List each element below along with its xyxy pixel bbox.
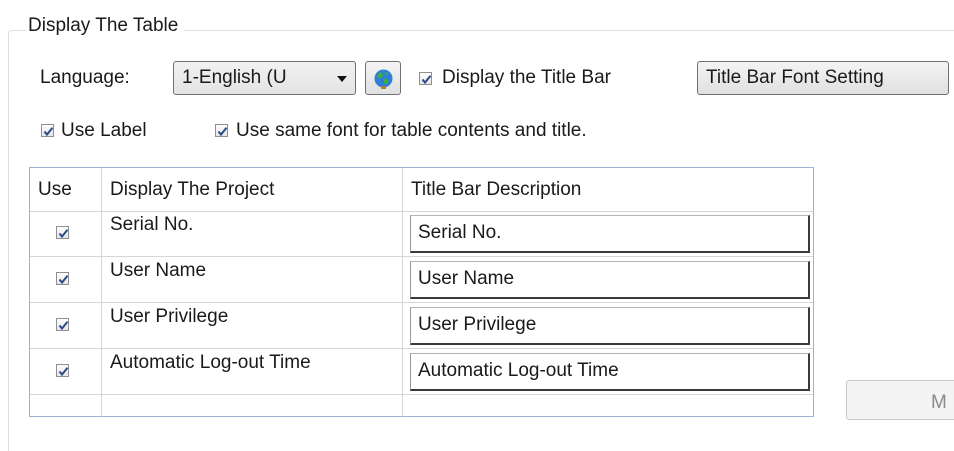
row-project-name: Serial No. xyxy=(110,214,194,235)
display-title-bar-label: Display the Title Bar xyxy=(442,67,611,88)
partially-visible-button-label: M xyxy=(931,392,947,413)
table-row[interactable]: User Privilege User Privilege xyxy=(30,303,813,349)
table-header: Use Display The Project Title Bar Descri… xyxy=(30,168,813,212)
display-items-table: Use Display The Project Title Bar Descri… xyxy=(29,167,814,418)
row-project-name: Automatic Log-out Time xyxy=(110,352,311,373)
row-description-input[interactable]: Automatic Log-out Time xyxy=(410,353,810,391)
use-label-label: Use Label xyxy=(61,120,147,141)
title-bar-font-setting-button[interactable]: Title Bar Font Setting xyxy=(697,61,949,95)
row-use-checkbox[interactable] xyxy=(56,318,69,331)
language-select[interactable]: 1-English (U xyxy=(173,61,356,95)
header-use: Use xyxy=(38,179,72,200)
display-title-bar-checkbox[interactable] xyxy=(419,72,432,85)
checkmark-icon xyxy=(58,275,69,285)
globe-icon xyxy=(374,69,393,89)
checkmark-icon xyxy=(43,127,54,137)
title-bar-font-setting-label: Title Bar Font Setting xyxy=(706,67,884,88)
same-font-checkbox[interactable] xyxy=(215,124,228,137)
row-project-name: User Name xyxy=(110,260,207,281)
language-globe-button[interactable] xyxy=(365,61,401,95)
row-use-checkbox[interactable] xyxy=(56,226,69,239)
groupbox-title: Display The Table xyxy=(26,14,185,38)
header-display-project: Display The Project xyxy=(110,179,275,200)
row-use-checkbox[interactable] xyxy=(56,364,69,377)
partially-visible-button[interactable]: M xyxy=(846,380,954,420)
same-font-label: Use same font for table contents and tit… xyxy=(236,120,587,141)
checkmark-icon xyxy=(421,75,432,85)
row-description-input[interactable]: User Name xyxy=(410,261,810,299)
row-project-name: User Privilege xyxy=(110,306,229,327)
checkmark-icon xyxy=(217,127,228,137)
row-description-input[interactable]: Serial No. xyxy=(410,215,810,253)
checkmark-icon xyxy=(58,367,69,377)
row-description-input[interactable]: User Privilege xyxy=(410,307,810,345)
table-row[interactable]: Automatic Log-out Time Automatic Log-out… xyxy=(30,349,813,395)
language-selected-value: 1-English (U xyxy=(182,67,287,88)
table-row[interactable]: User Name User Name xyxy=(30,257,813,303)
row-use-checkbox[interactable] xyxy=(56,272,69,285)
use-label-checkbox[interactable] xyxy=(41,124,54,137)
checkmark-icon xyxy=(58,229,69,239)
header-title-bar-description: Title Bar Description xyxy=(411,179,582,200)
table-row[interactable]: Serial No. Serial No. xyxy=(30,211,813,257)
language-label: Language: xyxy=(40,67,130,88)
chevron-down-icon xyxy=(337,76,347,82)
checkmark-icon xyxy=(58,321,69,331)
